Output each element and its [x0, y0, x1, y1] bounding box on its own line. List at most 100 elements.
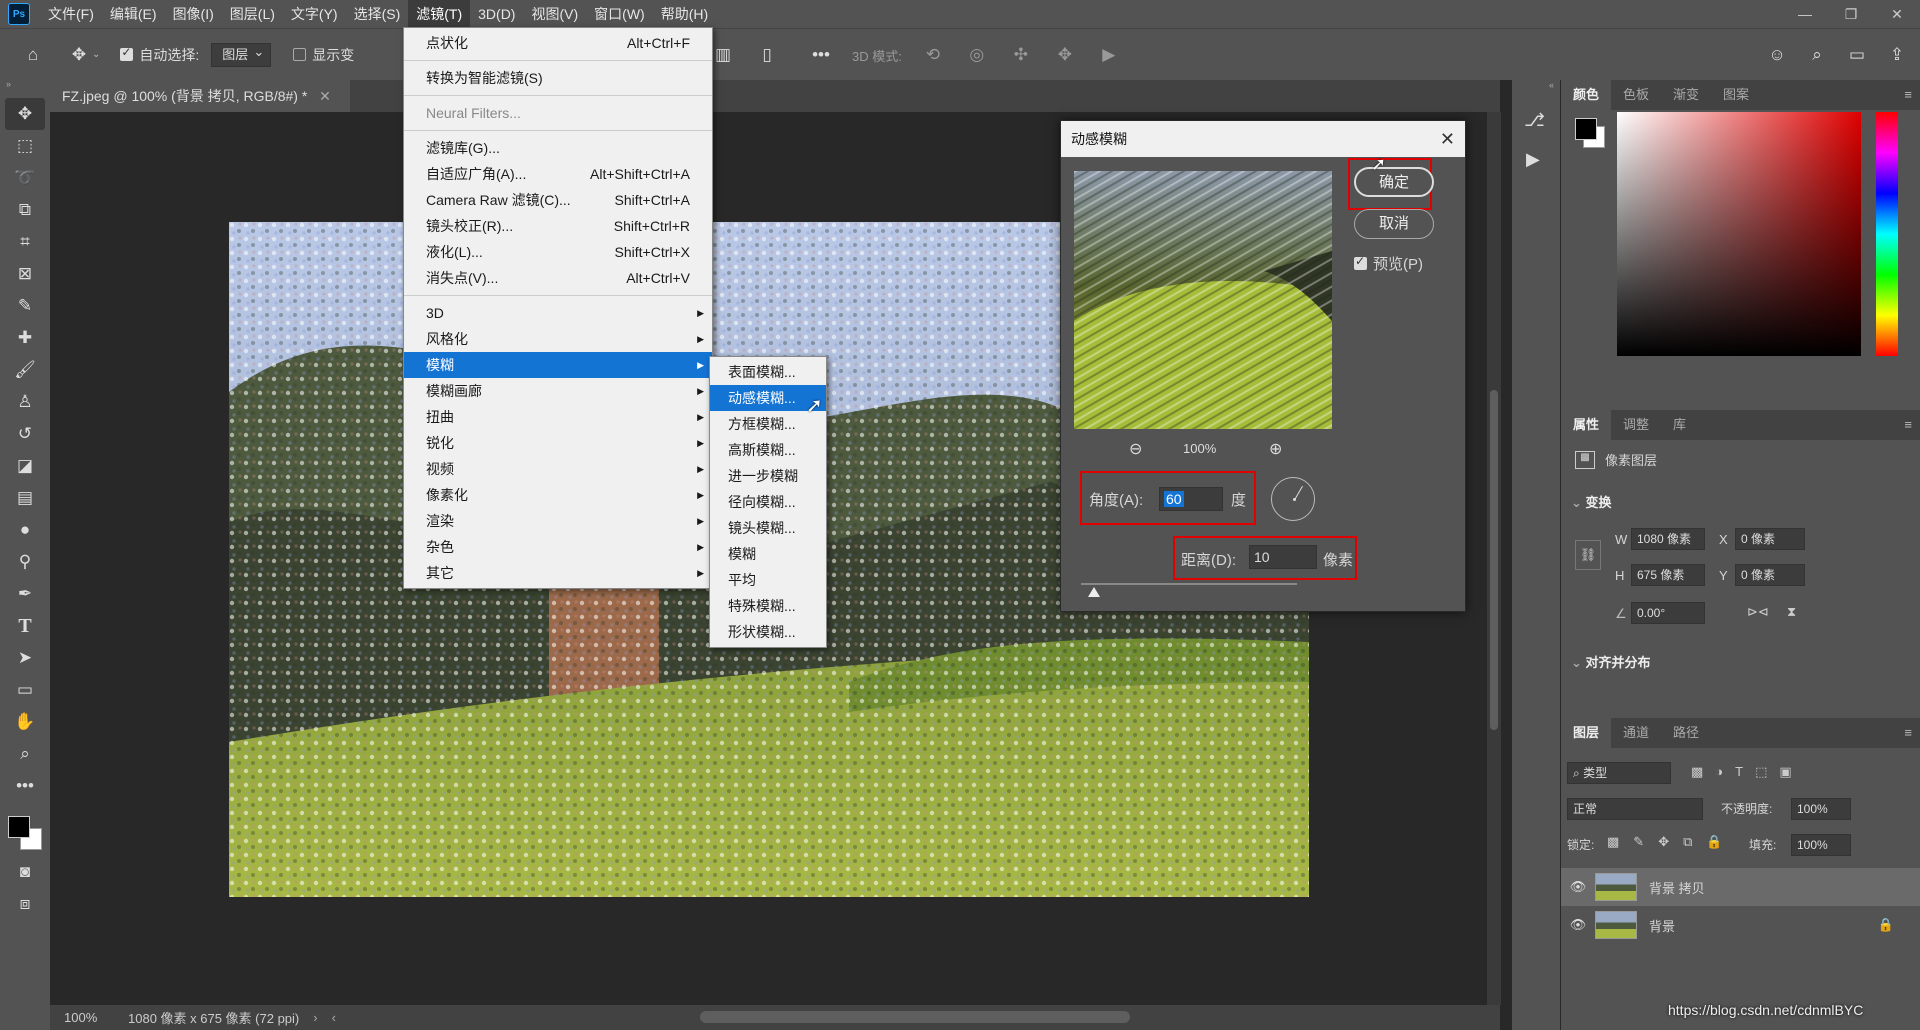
- filter-smart-icon[interactable]: ▣: [1779, 764, 1791, 780]
- filter-menu-item[interactable]: 转换为智能滤镜(S): [404, 65, 712, 91]
- zoom-tool-icon[interactable]: ⌕: [5, 738, 45, 770]
- width-input[interactable]: 1080 像素: [1631, 528, 1705, 550]
- close-window-icon[interactable]: ✕: [1874, 0, 1920, 28]
- panel-tab[interactable]: 色板: [1611, 80, 1661, 110]
- rectangle-tool-icon[interactable]: ▭: [5, 674, 45, 706]
- show-transform-checkbox[interactable]: 显示变: [293, 45, 354, 65]
- filter-menu-item[interactable]: 杂色: [404, 534, 712, 560]
- foreground-color-swatch[interactable]: [8, 816, 30, 838]
- color-field[interactable]: [1617, 112, 1861, 356]
- visibility-eye-icon[interactable]: 👁: [1561, 917, 1595, 933]
- status-expand-icon[interactable]: ›: [313, 1010, 317, 1025]
- distance-slider-thumb[interactable]: [1088, 587, 1100, 597]
- filter-menu-item[interactable]: 扭曲: [404, 404, 712, 430]
- filter-menu-item[interactable]: 镜头校正(R)... Shift+Ctrl+R: [404, 213, 712, 239]
- panel-tab[interactable]: 图案: [1711, 80, 1761, 110]
- panel-tab[interactable]: 图层: [1561, 718, 1612, 748]
- filter-menu-item[interactable]: 消失点(V)... Alt+Ctrl+V: [404, 265, 712, 291]
- filter-menu-item[interactable]: 液化(L)... Shift+Ctrl+X: [404, 239, 712, 265]
- angle-dial[interactable]: [1271, 477, 1315, 521]
- blur-submenu-item[interactable]: 进一步模糊: [710, 463, 826, 489]
- scroll-left-icon[interactable]: ‹: [332, 1010, 336, 1025]
- menu-item[interactable]: 文件(F): [40, 0, 102, 28]
- 3d-slide-icon[interactable]: ✥: [1052, 42, 1078, 68]
- blur-submenu-item[interactable]: 特殊模糊...: [710, 593, 826, 619]
- close-tab-icon[interactable]: ✕: [319, 88, 331, 104]
- workspace-icon[interactable]: ▭: [1844, 42, 1870, 68]
- filter-menu-item[interactable]: 点状化 Alt+Ctrl+F: [404, 30, 712, 56]
- blur-submenu-item[interactable]: 模糊: [710, 541, 826, 567]
- filter-type-icon[interactable]: T: [1735, 764, 1743, 780]
- menu-item[interactable]: 编辑(E): [102, 0, 165, 28]
- filter-menu-item[interactable]: 模糊画廊: [404, 378, 712, 404]
- actions-panel-icon[interactable]: ▶: [1526, 149, 1560, 170]
- blur-tool-icon[interactable]: ●: [5, 514, 45, 546]
- opacity-input[interactable]: 100%: [1791, 798, 1851, 820]
- auto-select-checkbox[interactable]: 自动选择:: [120, 45, 199, 65]
- filter-adjust-icon[interactable]: ◑: [1715, 764, 1723, 780]
- menu-item[interactable]: 视图(V): [523, 0, 586, 28]
- frame-tool-icon[interactable]: ⊠: [5, 258, 45, 290]
- pen-tool-icon[interactable]: ✒: [5, 578, 45, 610]
- menu-item[interactable]: 图层(L): [222, 0, 283, 28]
- blur-submenu-item[interactable]: 高斯模糊...: [710, 437, 826, 463]
- color-swatches[interactable]: [0, 806, 50, 856]
- filter-shape-icon[interactable]: ⬚: [1755, 764, 1767, 780]
- eraser-tool-icon[interactable]: ◪: [5, 450, 45, 482]
- flip-horizontal-icon[interactable]: ⊳⊲: [1747, 604, 1769, 620]
- align-section[interactable]: ⌄ 对齐并分布: [1571, 652, 1651, 671]
- auto-select-dropdown[interactable]: 图层: [211, 41, 272, 67]
- filter-menu-item[interactable]: Camera Raw 滤镜(C)... Shift+Ctrl+A: [404, 187, 712, 213]
- panel-tab[interactable]: 库: [1661, 410, 1698, 440]
- height-input[interactable]: 675 像素: [1631, 564, 1705, 586]
- menu-item[interactable]: 文字(Y): [283, 0, 346, 28]
- layer-row[interactable]: 👁 背景 拷贝: [1561, 868, 1920, 906]
- vertical-scroll-thumb[interactable]: [1490, 390, 1498, 730]
- panel-menu-icon[interactable]: ≡: [1896, 410, 1920, 440]
- lock-position-icon[interactable]: ✥: [1658, 834, 1669, 850]
- visibility-eye-icon[interactable]: 👁: [1561, 879, 1595, 895]
- lasso-tool-icon[interactable]: ➰: [5, 162, 45, 194]
- horizontal-scroll-thumb[interactable]: [700, 1011, 1130, 1023]
- panel-tab[interactable]: 路径: [1661, 718, 1711, 748]
- menu-item[interactable]: 窗口(W): [586, 0, 653, 28]
- 3d-camera-icon[interactable]: ▶: [1096, 42, 1122, 68]
- align-bottom-icon[interactable]: ▥: [710, 42, 736, 68]
- panel-tab[interactable]: 颜色: [1561, 80, 1612, 110]
- layer-filter-dropdown[interactable]: ⌕ 类型: [1567, 762, 1671, 784]
- y-input[interactable]: 0 像素: [1735, 564, 1805, 586]
- flip-vertical-icon[interactable]: ⧗: [1787, 604, 1796, 620]
- zoom-out-icon[interactable]: ⊖: [1129, 439, 1142, 459]
- hand-tool-icon[interactable]: ✋: [5, 706, 45, 738]
- x-input[interactable]: 0 像素: [1735, 528, 1805, 550]
- menu-item[interactable]: 3D(D): [470, 0, 523, 28]
- object-select-tool-icon[interactable]: ⧉: [5, 194, 45, 226]
- more-tools-icon[interactable]: •••: [5, 770, 45, 802]
- distance-slider-track[interactable]: [1081, 583, 1297, 585]
- move-tool-icon[interactable]: ✥: [5, 98, 45, 130]
- gradient-tool-icon[interactable]: ▤: [5, 482, 45, 514]
- blur-submenu-item[interactable]: 形状模糊...: [710, 619, 826, 645]
- fill-input[interactable]: 100%: [1791, 834, 1851, 856]
- panel-tab[interactable]: 调整: [1611, 410, 1661, 440]
- layer-row[interactable]: 👁 背景 🔒: [1561, 906, 1920, 944]
- lock-transparent-icon[interactable]: ▩: [1607, 834, 1619, 850]
- distribute-icon[interactable]: ▯: [754, 42, 780, 68]
- path-select-tool-icon[interactable]: ➤: [5, 642, 45, 674]
- zoom-readout[interactable]: 100%: [64, 1010, 114, 1025]
- lock-artboard-icon[interactable]: ⧉: [1683, 834, 1692, 850]
- stamp-tool-icon[interactable]: ♙: [5, 386, 45, 418]
- transform-section[interactable]: ⌄ 变换: [1571, 492, 1612, 511]
- history-panel-icon[interactable]: ⎇: [1524, 110, 1560, 131]
- blur-submenu-item[interactable]: 表面模糊...: [710, 359, 826, 385]
- filter-menu-item[interactable]: 风格化: [404, 326, 712, 352]
- hue-slider[interactable]: [1876, 112, 1898, 356]
- angle-input[interactable]: 60: [1159, 487, 1223, 511]
- panel-tab[interactable]: 属性: [1561, 410, 1612, 440]
- link-icon[interactable]: ⛓: [1575, 540, 1601, 570]
- filter-pixel-icon[interactable]: ▩: [1691, 764, 1703, 780]
- menu-item[interactable]: 滤镜(T): [408, 0, 471, 28]
- preview-checkbox[interactable]: 预览(P): [1354, 253, 1423, 274]
- ok-button[interactable]: 确定: [1354, 167, 1434, 197]
- 3d-drag-icon[interactable]: ✣: [1008, 42, 1034, 68]
